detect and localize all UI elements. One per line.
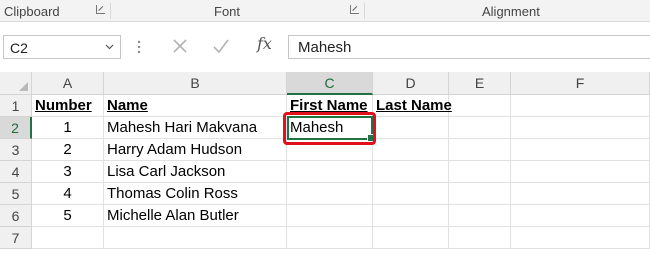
cell-e5[interactable] [449, 183, 511, 205]
cell-b6[interactable]: Michelle Alan Butler [104, 205, 287, 227]
name-box[interactable]: C2 [3, 35, 121, 59]
cell-a2[interactable]: 1 [32, 117, 104, 139]
cell-e7[interactable] [449, 227, 511, 249]
cell-c4[interactable] [287, 161, 373, 183]
cell-f1[interactable] [511, 95, 650, 117]
cancel-icon[interactable] [170, 36, 190, 56]
cell-c1[interactable]: First Name [287, 95, 373, 117]
cell-b7[interactable] [104, 227, 287, 249]
cell-a5[interactable]: 4 [32, 183, 104, 205]
cell-a4[interactable]: 3 [32, 161, 104, 183]
chevron-down-icon[interactable] [105, 42, 114, 51]
cell-e2[interactable] [449, 117, 511, 139]
cell-d1[interactable]: Last Name [373, 95, 452, 117]
column-header-d[interactable]: D [373, 72, 449, 95]
column-header-c[interactable]: C [287, 72, 373, 95]
font-group-label: Font [214, 4, 241, 19]
formula-value: Mahesh [298, 39, 352, 56]
row-header-1[interactable]: 1 [0, 95, 32, 117]
cell-e4[interactable] [449, 161, 511, 183]
select-all-button[interactable] [0, 72, 32, 95]
cell-f5[interactable] [511, 183, 650, 205]
name-box-value: C2 [10, 40, 28, 56]
cell-d3[interactable] [373, 139, 449, 161]
row-header-7[interactable]: 7 [0, 227, 32, 249]
clipboard-dialog-launcher-icon[interactable] [96, 5, 105, 14]
cell-a7[interactable] [32, 227, 104, 249]
group-divider [110, 3, 111, 19]
cell-d7[interactable] [373, 227, 449, 249]
insert-function-icon[interactable]: fx [257, 34, 272, 53]
cell-e3[interactable] [449, 139, 511, 161]
cell-f4[interactable] [511, 161, 650, 183]
row-header-5[interactable]: 5 [0, 183, 32, 205]
cell-f6[interactable] [511, 205, 650, 227]
cell-a6[interactable]: 5 [32, 205, 104, 227]
cell-b3[interactable]: Harry Adam Hudson [104, 139, 287, 161]
cell-b1[interactable]: Name [104, 95, 287, 117]
cell-a1[interactable]: Number [32, 95, 104, 117]
cell-b2[interactable]: Mahesh Hari Makvana [104, 117, 287, 139]
alignment-group-label: Alignment [482, 4, 540, 19]
cell-f2[interactable] [511, 117, 650, 139]
cell-d5[interactable] [373, 183, 449, 205]
row-header-4[interactable]: 4 [0, 161, 32, 183]
cell-a3[interactable]: 2 [32, 139, 104, 161]
cell-f3[interactable] [511, 139, 650, 161]
clipboard-group-label: Clipboard [4, 4, 60, 19]
ribbon-group-labels: Clipboard Font Alignment [0, 0, 650, 22]
formula-input[interactable]: Mahesh [288, 35, 650, 59]
cell-b5[interactable]: Thomas Colin Ross [104, 183, 287, 205]
group-divider [364, 3, 365, 19]
enter-icon[interactable] [211, 36, 231, 56]
column-header-f[interactable]: F [511, 72, 650, 95]
cell-c6[interactable] [287, 205, 373, 227]
font-dialog-launcher-icon[interactable] [350, 5, 359, 14]
column-header-a[interactable]: A [32, 72, 104, 95]
row-header-2[interactable]: 2 [0, 117, 32, 139]
row-header-3[interactable]: 3 [0, 139, 32, 161]
cell-e6[interactable] [449, 205, 511, 227]
spreadsheet-grid: A B C D E F 1 2 3 4 5 6 7 Number Name Fi… [0, 72, 650, 254]
column-header-b[interactable]: B [104, 72, 287, 95]
cell-c3[interactable] [287, 139, 373, 161]
cell-b4[interactable]: Lisa Carl Jackson [104, 161, 287, 183]
cell-e1[interactable] [449, 95, 511, 117]
more-options-icon[interactable] [137, 39, 141, 55]
cell-c7[interactable] [287, 227, 373, 249]
cell-c2[interactable]: Mahesh [287, 117, 373, 139]
cell-d2[interactable] [373, 117, 449, 139]
cell-f7[interactable] [511, 227, 650, 249]
column-header-e[interactable]: E [449, 72, 511, 95]
cell-d6[interactable] [373, 205, 449, 227]
cell-d4[interactable] [373, 161, 449, 183]
cell-c5[interactable] [287, 183, 373, 205]
formula-bar: C2 fx Mahesh [0, 22, 650, 72]
fill-handle[interactable] [367, 134, 375, 142]
row-header-6[interactable]: 6 [0, 205, 32, 227]
